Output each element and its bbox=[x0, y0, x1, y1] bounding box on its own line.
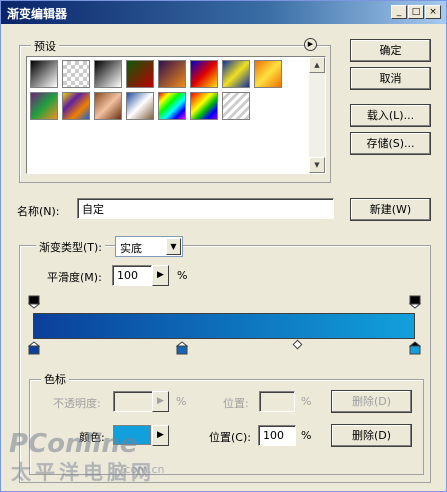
ok-button[interactable]: 确定 bbox=[350, 39, 431, 62]
preset-swatch-blue-yellow-blue[interactable] bbox=[222, 60, 250, 88]
preset-swatch-black-to-white[interactable] bbox=[94, 60, 122, 88]
chevron-down-icon[interactable]: ▼ bbox=[166, 238, 181, 255]
opacity-stop-right-icon[interactable] bbox=[409, 295, 421, 309]
name-input[interactable] bbox=[77, 198, 334, 219]
presets-menu-icon[interactable]: ▶ bbox=[304, 38, 317, 51]
smoothness-input[interactable] bbox=[112, 265, 152, 286]
preset-swatch-transparent-rainbow[interactable] bbox=[190, 92, 218, 120]
presets-scrollbar[interactable]: ▲ ▼ bbox=[309, 57, 325, 173]
smoothness-unit: % bbox=[177, 269, 188, 282]
preset-swatch-chrome[interactable] bbox=[126, 92, 154, 120]
color-stops-label: 色标 bbox=[41, 371, 69, 387]
gradient-type-value: 实底 bbox=[120, 242, 142, 255]
preset-swatch-red-green[interactable] bbox=[126, 60, 154, 88]
cancel-button[interactable]: 取消 bbox=[350, 67, 431, 90]
color-location-input[interactable] bbox=[258, 425, 296, 446]
presets-well: ▲ ▼ bbox=[26, 56, 326, 174]
gradient-type-select[interactable]: 实底 ▼ bbox=[115, 236, 183, 257]
scroll-down-icon[interactable]: ▼ bbox=[309, 157, 325, 173]
opacity-delete-button[interactable]: 删除(D) bbox=[331, 390, 412, 413]
load-button[interactable]: 载入(L)... bbox=[350, 104, 431, 127]
new-button[interactable]: 新建(W) bbox=[350, 198, 431, 221]
color-delete-button[interactable]: 删除(D) bbox=[331, 424, 412, 447]
opacity-stop-left-icon[interactable] bbox=[28, 295, 40, 309]
color-location-label: 位置(C): bbox=[209, 431, 251, 444]
preset-swatch-spectrum[interactable] bbox=[158, 92, 186, 120]
smoothness-label: 平滑度(M): bbox=[47, 271, 102, 284]
smoothness-stepper-icon[interactable]: ▶ bbox=[152, 265, 169, 286]
maximize-button[interactable]: □ bbox=[408, 5, 424, 19]
opacity-input[interactable] bbox=[113, 391, 153, 412]
color-stop-left-icon[interactable] bbox=[28, 341, 40, 355]
opacity-label: 不透明度: bbox=[53, 397, 101, 410]
preset-swatch-transparent[interactable] bbox=[62, 60, 90, 88]
watermark-url: .com.cn bbox=[121, 463, 165, 476]
gradient-editor-window: 渐变编辑器 _ □ × 预设 ▶ ▲ ▼ 确定 取消 载入(L)... 存储(S… bbox=[0, 0, 447, 492]
opacity-location-label: 位置: bbox=[223, 397, 249, 410]
name-label: 名称(N): bbox=[17, 205, 60, 218]
preset-swatch-violet-green-orange[interactable] bbox=[30, 92, 58, 120]
window-title: 渐变编辑器 bbox=[7, 7, 68, 21]
preset-swatch-copper[interactable] bbox=[94, 92, 122, 120]
opacity-location-input[interactable] bbox=[259, 391, 295, 412]
gradient-type-label: 渐变类型(T): bbox=[36, 239, 106, 255]
watermark-brand: PConline bbox=[9, 429, 138, 459]
minimize-button[interactable]: _ bbox=[391, 5, 407, 19]
preset-swatch-orange-yellow-orange[interactable] bbox=[254, 60, 282, 88]
preset-swatch-transparent-stripes[interactable] bbox=[222, 92, 250, 120]
scroll-up-icon[interactable]: ▲ bbox=[309, 57, 325, 73]
preset-swatch-black-white-foreground[interactable] bbox=[30, 60, 58, 88]
color-stop-right-icon[interactable] bbox=[409, 341, 421, 355]
preset-swatch-yellow-violet-orange-blue[interactable] bbox=[62, 92, 90, 120]
preset-swatch-violet-orange[interactable] bbox=[158, 60, 186, 88]
save-button[interactable]: 存储(S)... bbox=[350, 132, 431, 155]
color-location-unit: % bbox=[301, 429, 312, 442]
opacity-stepper-icon[interactable]: ▶ bbox=[152, 391, 169, 412]
close-button[interactable]: × bbox=[425, 5, 441, 19]
opacity-unit: % bbox=[176, 395, 187, 408]
opacity-location-unit: % bbox=[301, 395, 312, 408]
color-stop-middle-icon[interactable] bbox=[176, 341, 188, 355]
color-picker-arrow-icon[interactable]: ▶ bbox=[152, 425, 169, 446]
presets-label: 预设 bbox=[31, 38, 59, 54]
gradient-preview-bar[interactable] bbox=[33, 313, 415, 339]
title-bar[interactable]: 渐变编辑器 _ □ × bbox=[1, 1, 446, 24]
preset-swatch-blue-red-yellow[interactable] bbox=[190, 60, 218, 88]
